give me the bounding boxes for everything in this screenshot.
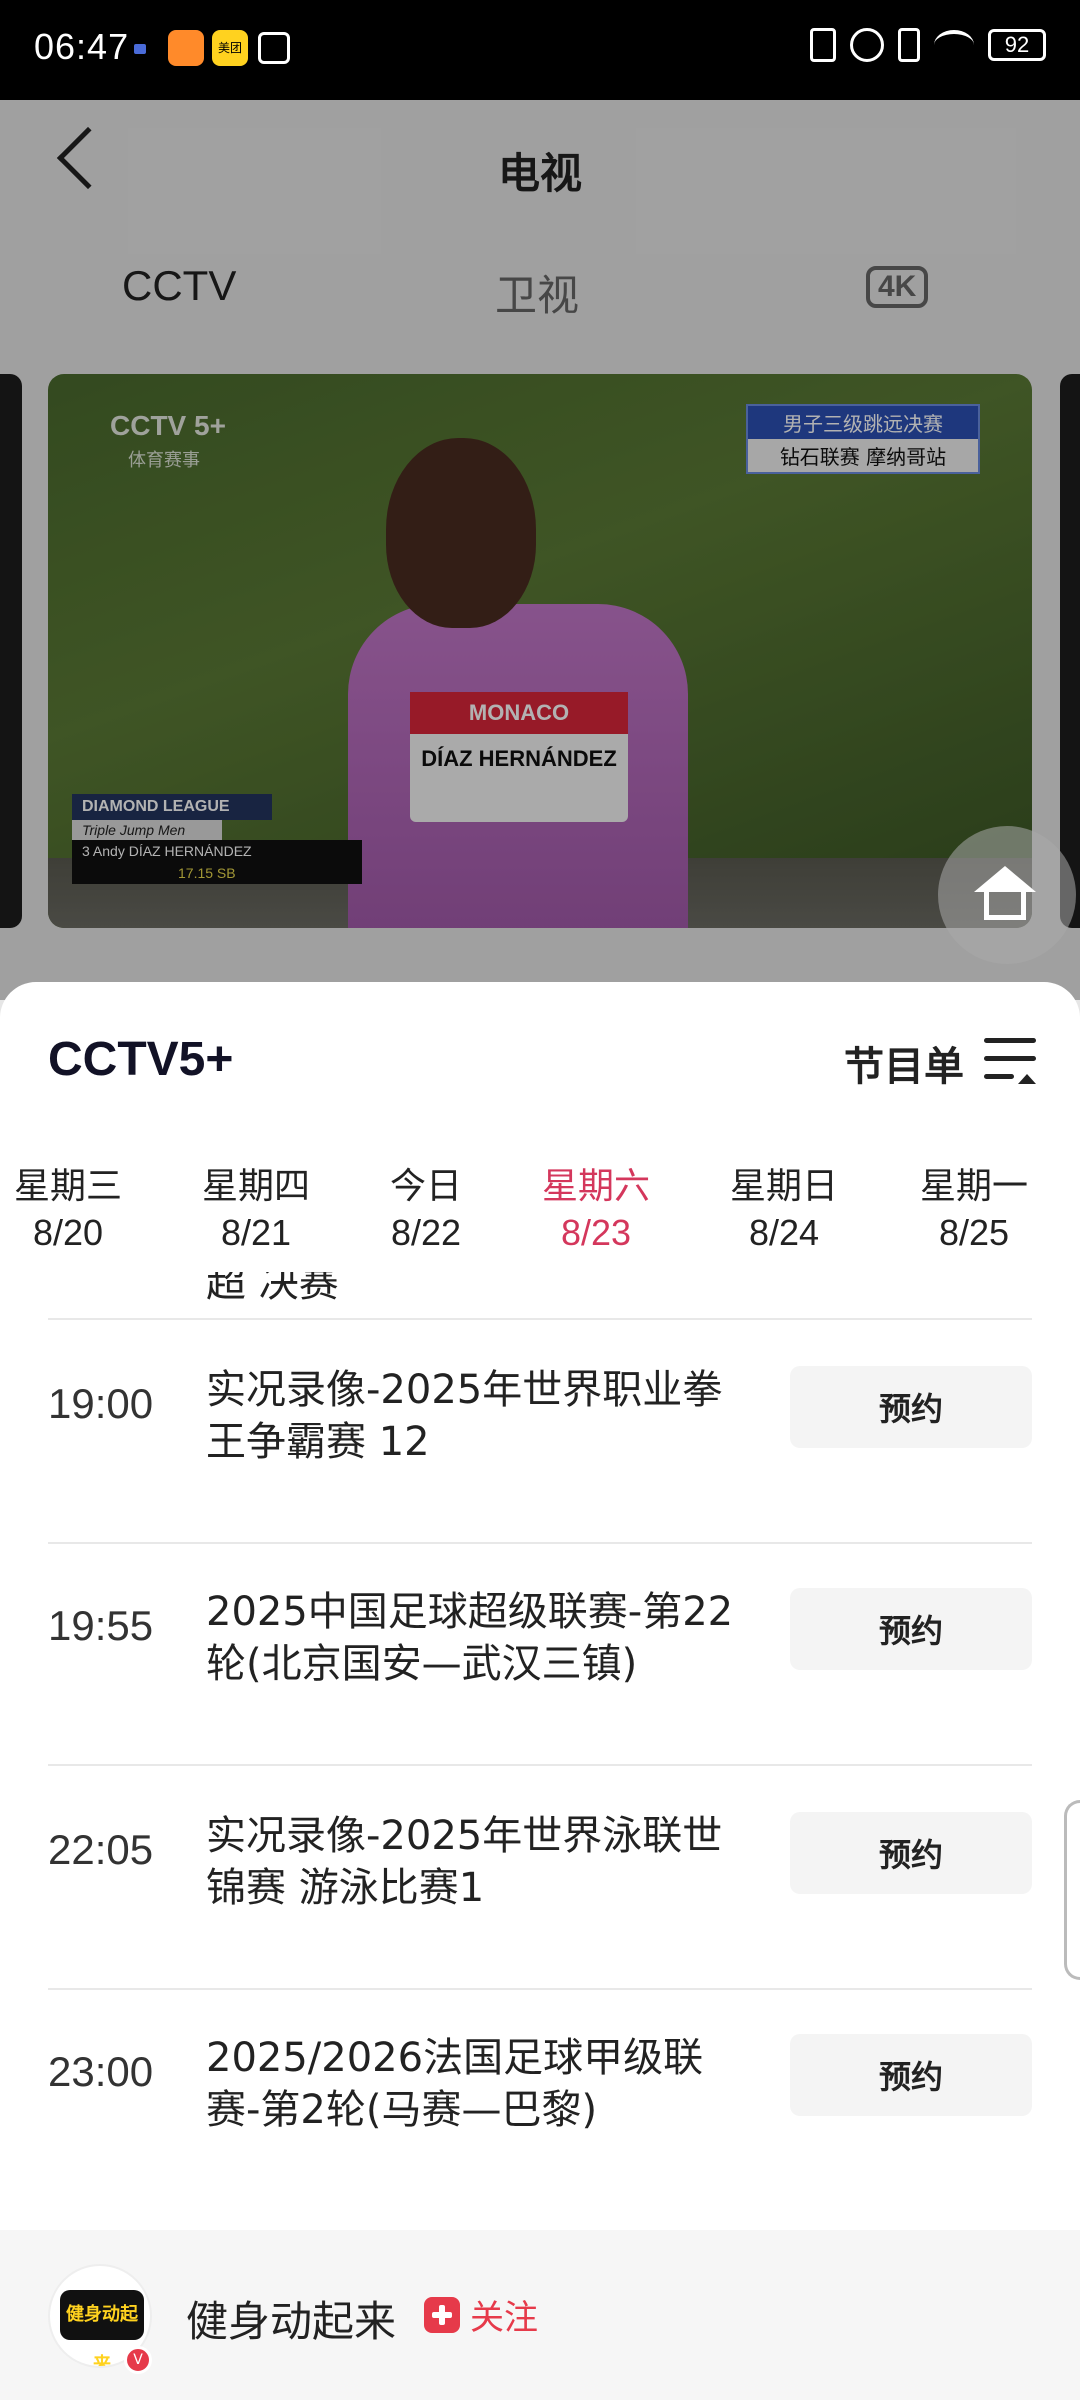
program-title: 2025/2026法国足球甲级联赛-第2轮(马赛—巴黎) <box>206 2035 704 2133</box>
day-selector: 星期三 8/20 星期四 8/21 今日 8/22 星期六 8/23 星期日 8… <box>0 1164 1080 1254</box>
schedule-link[interactable]: 节目单 <box>844 1034 964 1092</box>
wifi-icon <box>934 30 974 60</box>
program-time: 23:00 <box>48 2048 154 2095</box>
home-icon <box>974 866 1036 922</box>
battery-icon: 92 <box>988 29 1046 61</box>
gallery-icon <box>258 32 290 64</box>
program-title: 2025中国足球超级联赛-第22轮(北京国安—武汉三镇) <box>206 1589 734 1687</box>
day-weekday: 今日 <box>389 1166 462 1207</box>
day-item[interactable]: 今日 8/22 <box>356 1164 496 1256</box>
program-title-partial: 超 决赛 <box>206 1272 339 1306</box>
account-name[interactable]: 健身动起来 <box>186 2288 396 2349</box>
day-item[interactable]: 星期四 8/21 <box>186 1164 326 1256</box>
program-title: 实况录像-2025年世界泳联世锦赛 游泳比赛1 <box>206 1813 723 1911</box>
reserve-button[interactable]: 预约 <box>790 2034 1032 2116</box>
day-date: 8/24 <box>748 1212 820 1253</box>
sheet-channel-name: CCTV5+ <box>48 1033 234 1086</box>
program-time: 19:55 <box>48 1602 154 1649</box>
vibrate-icon <box>898 28 920 62</box>
status-bar: 06:47 美团 92 <box>0 0 1080 100</box>
program-time: 19:00 <box>48 1380 154 1427</box>
alarm-icon <box>850 28 884 62</box>
plus-icon <box>424 2296 460 2333</box>
program-list[interactable]: 超 决赛 19:00 实况录像-2025年世界职业拳王争霸赛 12 预约 19:… <box>0 1272 1080 2212</box>
day-weekday: 星期六 <box>541 1166 650 1207</box>
status-right: 92 <box>810 28 1046 62</box>
day-item[interactable]: 星期三 8/20 <box>0 1164 138 1256</box>
home-button[interactable] <box>938 826 1076 964</box>
schedule-sheet: CCTV5+ 节目单 星期三 8/20 星期四 8/21 今日 8/22 星期六… <box>0 982 1080 2400</box>
day-weekday: 星期一 <box>919 1166 1028 1207</box>
nfc-icon <box>810 28 836 62</box>
program-row: 19:55 2025中国足球超级联赛-第22轮(北京国安—武汉三镇) 预约 <box>0 1542 1080 1764</box>
menu-icon[interactable] <box>984 1038 1036 1084</box>
program-row: 19:00 实况录像-2025年世界职业拳王争霸赛 12 预约 <box>0 1320 1080 1542</box>
program-row: 23:00 2025/2026法国足球甲级联赛-第2轮(马赛—巴黎) 预约 <box>0 1988 1080 2210</box>
reserve-button[interactable]: 预约 <box>790 1366 1032 1448</box>
notification-dot-icon <box>134 44 146 54</box>
app-notification-icon <box>168 30 204 66</box>
verified-badge-icon: V <box>124 2346 152 2374</box>
day-item-active[interactable]: 星期六 8/23 <box>526 1164 666 1256</box>
day-item[interactable]: 星期日 8/24 <box>714 1164 854 1256</box>
day-weekday: 星期三 <box>13 1166 122 1207</box>
status-time: 06:47 <box>34 26 130 67</box>
program-time: 22:05 <box>48 1826 154 1873</box>
side-drawer-handle[interactable] <box>1064 1800 1080 1980</box>
day-date: 8/20 <box>32 1212 104 1253</box>
avatar-logo: 健身动起来 <box>60 2290 144 2366</box>
meituan-icon: 美团 <box>212 30 248 66</box>
follow-label: 关注 <box>470 2298 538 2338</box>
day-date: 8/25 <box>938 1212 1010 1253</box>
program-title: 实况录像-2025年世界职业拳王争霸赛 12 <box>206 1367 723 1465</box>
day-weekday: 星期四 <box>201 1166 310 1207</box>
day-date: 8/23 <box>560 1212 632 1253</box>
follow-button[interactable]: 关注 <box>424 2290 538 2339</box>
dim-overlay <box>0 100 1080 1000</box>
reserve-button[interactable]: 预约 <box>790 1588 1032 1670</box>
day-item[interactable]: 星期一 8/25 <box>904 1164 1044 1256</box>
day-date: 8/21 <box>220 1212 292 1253</box>
footer-account-bar: 健身动起来 V 健身动起来 关注 <box>0 2230 1080 2400</box>
day-date: 8/22 <box>390 1212 462 1253</box>
reserve-button[interactable]: 预约 <box>790 1812 1032 1894</box>
program-row: 22:05 实况录像-2025年世界泳联世锦赛 游泳比赛1 预约 <box>0 1766 1080 1988</box>
day-weekday: 星期日 <box>729 1166 838 1207</box>
